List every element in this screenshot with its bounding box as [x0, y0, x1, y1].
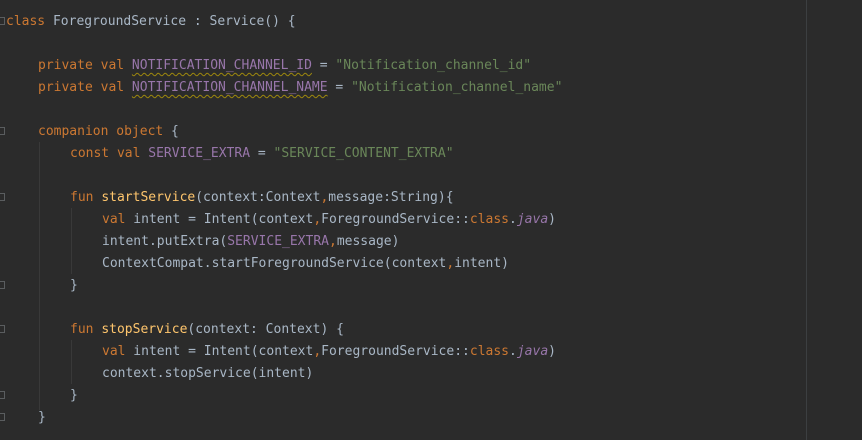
brace: { — [163, 124, 179, 139]
code-line-channel-id[interactable]: private val NOTIFICATION_CHANNEL_ID = "N… — [38, 57, 531, 75]
fold-marker-icon[interactable] — [0, 325, 5, 333]
fold-marker-icon[interactable] — [0, 127, 5, 135]
code-editor[interactable]: class ForegroundService : Service() { pr… — [0, 0, 862, 440]
keyword: fun — [70, 190, 94, 205]
fold-marker-icon[interactable] — [0, 17, 5, 25]
property-name: NOTIFICATION_CHANNEL_ID — [131, 58, 312, 73]
string-literal: "Notification_channel_name" — [351, 80, 563, 95]
property-name: NOTIFICATION_CHANNEL_NAME — [131, 80, 328, 95]
indent-guide — [71, 340, 72, 384]
dot: . — [509, 344, 517, 359]
indent-guide — [39, 142, 40, 410]
paren: ) — [548, 344, 556, 359]
code-line-close-brace[interactable]: } — [70, 277, 78, 295]
keyword: private val — [38, 58, 125, 73]
brace: } — [38, 410, 46, 425]
fold-marker-icon[interactable] — [0, 391, 5, 399]
fold-marker-icon[interactable] — [0, 413, 5, 421]
code-line-stop-service-call[interactable]: context.stopService(intent) — [102, 365, 313, 383]
code-line-service-extra[interactable]: const val SERVICE_EXTRA = "SERVICE_CONTE… — [70, 145, 454, 163]
code-line-put-extra[interactable]: intent.putExtra(SERVICE_EXTRA,message) — [102, 233, 399, 251]
keyword: val — [102, 212, 126, 227]
code-line-intent-val[interactable]: val intent = Intent(context,ForegroundSe… — [102, 343, 556, 361]
fold-marker-icon[interactable] — [0, 281, 5, 289]
string-literal: "Notification_channel_id" — [335, 58, 532, 73]
code-line-start-service-fun[interactable]: fun startService(context:Context,message… — [70, 189, 454, 207]
brace: } — [70, 278, 78, 293]
expression: intent.putExtra( — [102, 234, 228, 249]
code-line-channel-name[interactable]: private val NOTIFICATION_CHANNEL_NAME = … — [38, 79, 562, 97]
paren: ) — [548, 212, 556, 227]
keyword: const val — [70, 146, 141, 161]
string-literal: "SERVICE_CONTENT_EXTRA" — [273, 146, 454, 161]
params: (context: Context) { — [187, 322, 344, 337]
comma: , — [313, 344, 322, 359]
indent-guide — [71, 208, 72, 274]
function-name: stopService — [101, 322, 188, 337]
keyword: class — [469, 344, 510, 359]
code-line-companion-object[interactable]: companion object { — [38, 123, 179, 141]
code-line-intent-val[interactable]: val intent = Intent(context,ForegroundSe… — [102, 211, 556, 229]
keyword: private val — [38, 80, 125, 95]
keyword: class — [6, 14, 46, 29]
keyword: fun — [70, 322, 94, 337]
expression: intent = Intent(context — [125, 344, 314, 359]
keyword: companion object — [38, 124, 164, 139]
operator: = — [311, 58, 336, 73]
expression: ContextCompat.startForegroundService(con… — [102, 256, 447, 271]
constant-name: SERVICE_EXTRA — [227, 234, 329, 249]
java-property: java — [516, 344, 549, 359]
code-line-stop-service-fun[interactable]: fun stopService(context: Context) { — [70, 321, 344, 339]
params: (context:Context — [195, 190, 321, 205]
operator: = — [327, 80, 352, 95]
operator: = — [250, 146, 274, 161]
right-margin-guide — [806, 0, 807, 440]
expression: intent) — [454, 256, 509, 271]
class-reference: ForegroundService:: — [321, 344, 470, 359]
constant-name: SERVICE_EXTRA — [148, 146, 251, 161]
fold-marker-icon[interactable] — [0, 193, 5, 201]
code-line-class-declaration[interactable]: class ForegroundService : Service() { — [6, 13, 296, 31]
code-line-close-brace[interactable]: } — [70, 387, 78, 405]
expression: context.stopService(intent) — [102, 366, 314, 381]
brace: } — [70, 388, 78, 403]
keyword: val — [102, 344, 126, 359]
expression: intent = Intent(context — [125, 212, 314, 227]
java-property: java — [516, 212, 549, 227]
expression: message) — [336, 234, 400, 249]
keyword: class — [469, 212, 510, 227]
code-line-close-brace[interactable]: } — [38, 409, 46, 427]
code-line-start-foreground[interactable]: ContextCompat.startForegroundService(con… — [102, 255, 509, 273]
params: message:String){ — [328, 190, 454, 205]
function-name: startService — [101, 190, 196, 205]
class-header: ForegroundService : Service() { — [45, 14, 296, 29]
comma: , — [313, 212, 322, 227]
dot: . — [509, 212, 517, 227]
comma: , — [328, 234, 337, 249]
class-reference: ForegroundService:: — [321, 212, 470, 227]
